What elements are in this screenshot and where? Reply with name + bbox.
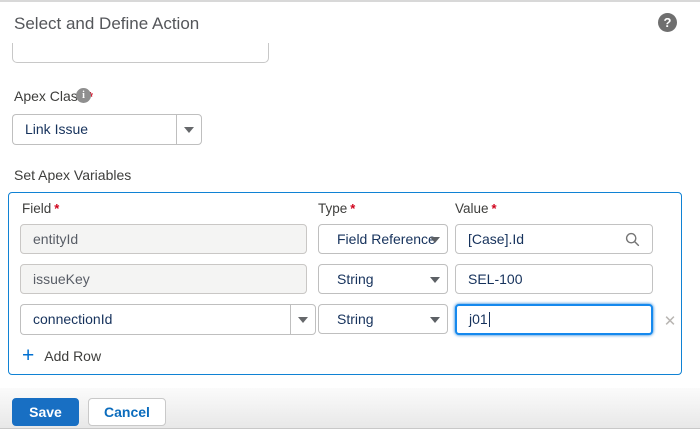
add-row-label: Add Row <box>44 348 101 364</box>
required-asterisk: * <box>492 201 497 216</box>
type-select-row3[interactable]: String <box>318 304 448 334</box>
select-and-define-action-panel: Select and Define Action ? Apex Class * i… <box>0 0 700 429</box>
plus-icon: + <box>22 346 34 366</box>
column-header-value: Value* <box>455 201 497 216</box>
field-combobox-row3: connectionId <box>20 304 316 335</box>
chevron-down-icon <box>298 317 308 323</box>
remove-row-button[interactable]: ✕ <box>660 312 680 330</box>
truncated-field-above[interactable] <box>12 43 269 63</box>
apex-class-dropdown-button[interactable] <box>176 114 202 145</box>
chevron-down-icon <box>430 237 440 243</box>
field-input-row3[interactable]: connectionId <box>20 304 290 335</box>
chevron-down-icon <box>430 317 440 323</box>
type-select-row1[interactable]: Field Reference <box>318 224 448 254</box>
value-input-row2[interactable]: SEL-100 <box>455 264 653 294</box>
column-header-field: Field* <box>22 201 59 216</box>
chevron-down-icon <box>430 277 440 283</box>
apex-class-input[interactable]: Link Issue <box>12 114 176 145</box>
apex-class-combobox: Link Issue <box>12 114 202 145</box>
apex-class-label-text: Apex Class <box>14 88 85 104</box>
info-icon[interactable]: i <box>76 88 91 103</box>
required-asterisk: * <box>350 201 355 216</box>
text-cursor <box>489 312 490 327</box>
required-asterisk: * <box>54 201 59 216</box>
field-dropdown-button-row3[interactable] <box>290 304 316 335</box>
apex-variables-table: Field* Type* Value* entityId Field Refer… <box>8 192 682 375</box>
field-input-row1: entityId <box>20 224 307 254</box>
column-header-type: Type* <box>318 201 355 216</box>
save-button[interactable]: Save <box>12 398 79 426</box>
field-input-row2: issueKey <box>20 264 307 294</box>
help-icon[interactable]: ? <box>658 13 677 32</box>
chevron-down-icon <box>184 127 194 133</box>
value-input-row3[interactable]: j01 <box>455 304 653 335</box>
set-apex-variables-label: Set Apex Variables <box>14 167 131 183</box>
type-select-row2[interactable]: String <box>318 264 448 294</box>
cancel-button[interactable]: Cancel <box>88 398 166 426</box>
search-icon[interactable] <box>625 232 640 252</box>
page-title: Select and Define Action <box>14 14 199 34</box>
value-input-row1[interactable]: [Case].Id <box>455 224 653 254</box>
add-row-button[interactable]: + Add Row <box>22 346 101 366</box>
